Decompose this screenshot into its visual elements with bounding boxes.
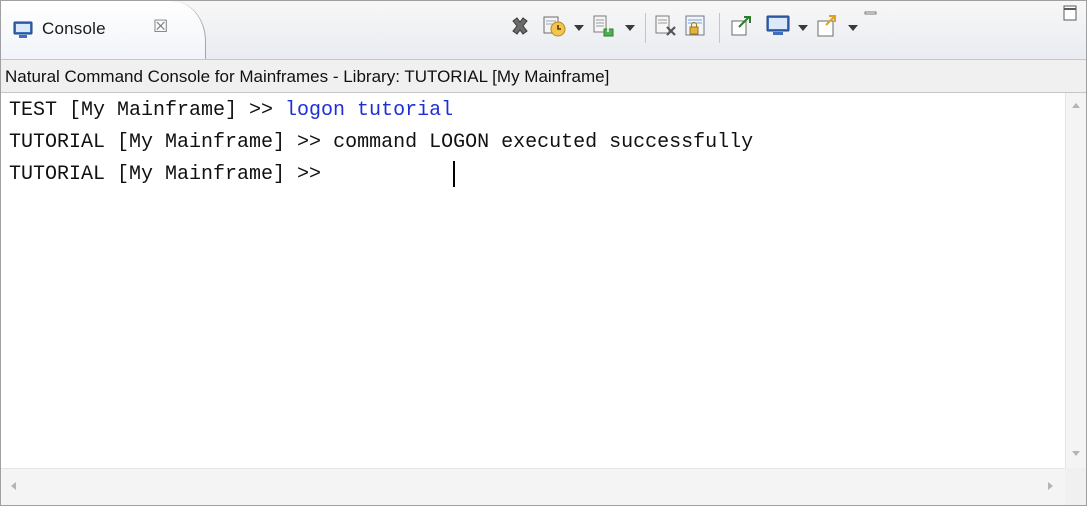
tab-console[interactable]: Console ☒ xyxy=(1,1,206,59)
vertical-scrollbar[interactable] xyxy=(1065,93,1086,468)
console-prompt: TEST [My Mainframe] >> xyxy=(9,99,286,122)
display-selected-console-icon[interactable] xyxy=(729,13,755,39)
scroll-left-icon[interactable] xyxy=(11,482,16,490)
console-command: logon tutorial xyxy=(285,99,454,122)
open-new-console-icon[interactable] xyxy=(815,13,841,39)
close-icon[interactable]: ☒ xyxy=(153,17,168,37)
text-caret xyxy=(453,161,455,187)
console-output-text: command LOGON executed successfully xyxy=(333,131,754,154)
minimize-icon[interactable] xyxy=(863,7,879,19)
pin-console-icon[interactable] xyxy=(591,13,617,39)
word-wrap-icon[interactable] xyxy=(683,13,709,39)
console-icon xyxy=(13,21,33,38)
open-console-icon[interactable] xyxy=(765,13,791,39)
view-toolbar: Console ☒ xyxy=(1,1,1086,59)
console-title-bar: Natural Command Console for Mainframes -… xyxy=(1,59,1086,93)
tab-label: Console xyxy=(42,19,106,38)
chevron-down-icon[interactable] xyxy=(848,25,858,31)
horizontal-scrollbar[interactable] xyxy=(1,468,1065,505)
chevron-down-icon[interactable] xyxy=(625,25,635,31)
clear-console-icon[interactable] xyxy=(653,13,679,39)
maximize-icon[interactable] xyxy=(1061,3,1079,23)
scroll-up-icon[interactable] xyxy=(1072,103,1080,108)
console-line: TEST [My Mainframe] >> logon tutorial xyxy=(9,99,453,123)
scroll-right-icon[interactable] xyxy=(1048,482,1053,490)
console-line: TUTORIAL [My Mainframe] >> command LOGON… xyxy=(9,131,753,155)
console-prompt: TUTORIAL [My Mainframe] >> xyxy=(9,163,334,186)
toolbar-separator xyxy=(645,13,646,43)
scrollbar-corner xyxy=(1065,468,1086,505)
toolbar-separator xyxy=(719,13,720,43)
terminate-icon[interactable] xyxy=(509,15,531,37)
chevron-down-icon[interactable] xyxy=(574,25,584,31)
console-prompt: TUTORIAL [My Mainframe] >> xyxy=(9,131,334,154)
console-output[interactable]: TEST [My Mainframe] >> logon tutorial TU… xyxy=(1,93,1065,468)
scroll-down-icon[interactable] xyxy=(1072,451,1080,456)
console-view: Console ☒ Natural Command Console for Ma… xyxy=(0,0,1087,506)
chevron-down-icon[interactable] xyxy=(798,25,808,31)
console-title: Natural Command Console for Mainframes -… xyxy=(5,67,610,86)
console-line: TUTORIAL [My Mainframe] >> xyxy=(9,163,333,187)
scroll-lock-icon[interactable] xyxy=(541,13,567,39)
